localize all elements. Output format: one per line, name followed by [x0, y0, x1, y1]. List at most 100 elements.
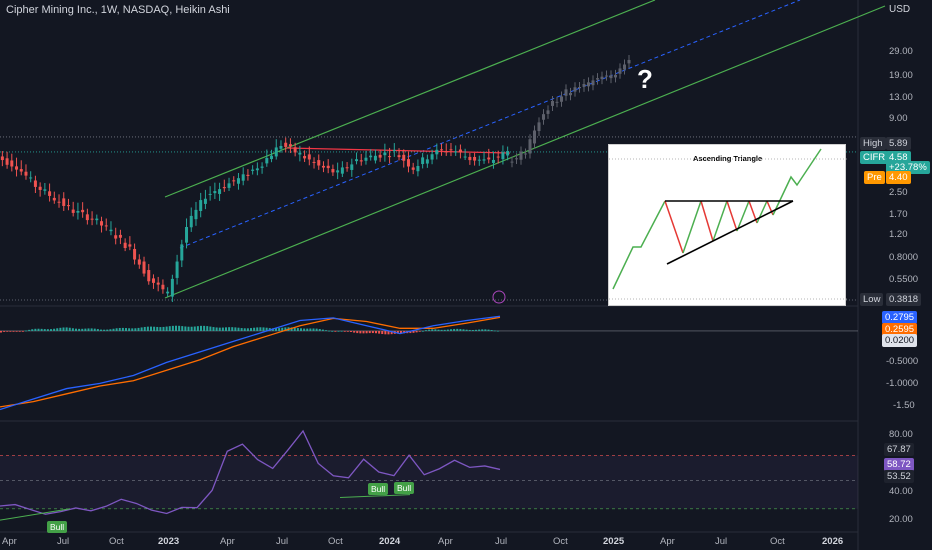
currency-label: USD: [889, 4, 911, 15]
time-tick: Apr: [660, 536, 675, 547]
candle-body: [180, 244, 184, 261]
macd-histogram-bar: [325, 330, 327, 332]
candle-body: [411, 167, 415, 170]
macd-histogram-bar: [443, 329, 446, 331]
macd-histogram-bar: [206, 326, 209, 331]
low-value: 0.3818: [886, 293, 922, 306]
macd-histogram-bar: [468, 329, 471, 331]
macd-histogram-bar: [78, 328, 81, 331]
candle-body: [90, 218, 94, 220]
macd-histogram-bar: [437, 329, 440, 331]
candle-body: [246, 174, 250, 176]
candle-body: [236, 178, 240, 184]
projected-candle-body: [623, 64, 626, 70]
candle-body: [222, 187, 226, 189]
macd-histogram-bar: [0, 330, 2, 333]
macd-histogram-bar: [184, 326, 187, 331]
time-tick: Apr: [220, 536, 235, 547]
candle-body: [336, 170, 340, 173]
candle-body: [473, 156, 477, 161]
macd-histogram-bar: [418, 330, 421, 332]
projected-candle-body: [564, 89, 568, 96]
macd-histogram-bar: [425, 330, 427, 331]
high-label: High: [860, 137, 886, 150]
projected-candle-body: [546, 110, 550, 114]
macd-histogram-bar: [84, 328, 87, 331]
macd-histogram-bar: [384, 330, 387, 335]
macd-tick: -1.0000: [886, 378, 919, 389]
macd-histogram-bar: [65, 327, 68, 331]
macd-histogram-bar: [259, 327, 262, 331]
macd-histogram-bar: [50, 329, 52, 331]
candle-body: [312, 161, 316, 163]
price-tick: 1.20: [889, 229, 908, 240]
candle-body: [397, 155, 401, 158]
time-tick: 2025: [603, 536, 625, 547]
candle-body: [298, 152, 302, 155]
macd-histogram-bar: [87, 328, 90, 331]
chart-title: Cipher Mining Inc., 1W, NASDAQ, Heikin A…: [6, 4, 230, 16]
candle-body: [142, 261, 146, 274]
candle-body: [288, 144, 292, 147]
candle-body: [274, 147, 278, 157]
macd-histogram-bar: [90, 328, 93, 331]
rsi-tick: 80.00: [889, 429, 913, 440]
macd-histogram-bar: [334, 330, 337, 332]
projected-candle-body: [587, 82, 590, 87]
candle-body: [293, 147, 297, 153]
candle-body: [440, 149, 444, 151]
macd-histogram-bar: [193, 326, 196, 331]
candle-body: [449, 149, 453, 151]
macd-histogram-bar: [331, 330, 334, 332]
macd-histogram-bar: [346, 330, 349, 332]
ascending-triangle-inset: Ascending Triangle: [608, 144, 847, 306]
candle-body: [392, 149, 396, 151]
time-tick: Jul: [495, 536, 508, 547]
candle-body: [100, 221, 104, 226]
macd-histogram-bar: [487, 329, 490, 331]
price-tick: 29.00: [889, 46, 913, 57]
candle-body: [33, 180, 37, 187]
candle-body: [194, 209, 198, 220]
macd-histogram-bar: [221, 327, 224, 331]
macd-histogram-bar: [412, 330, 415, 333]
projected-candle-body: [578, 86, 581, 88]
macd-histogram-bar: [484, 329, 487, 331]
macd-histogram-bar: [71, 328, 74, 331]
candle-body: [189, 215, 193, 228]
pre-label: Pre: [864, 171, 885, 184]
candle-body: [321, 165, 325, 168]
macd-histogram-bar: [246, 328, 249, 331]
candle-body: [458, 149, 462, 153]
macd-histogram-bar: [53, 328, 56, 331]
candle-body: [29, 177, 33, 179]
candle-body: [95, 218, 99, 221]
macd-histogram-bar: [493, 330, 496, 332]
macd-histogram-bar: [103, 329, 106, 331]
candle-body: [251, 169, 255, 171]
time-tick: Jul: [57, 536, 70, 547]
macd-histogram-bar: [237, 327, 240, 331]
candle-body: [491, 159, 495, 163]
macd-histogram-bar: [375, 330, 377, 334]
macd-histogram-bar: [434, 329, 437, 331]
macd-histogram-bar: [178, 325, 181, 331]
candle-body: [270, 155, 274, 160]
candle-body: [52, 197, 56, 201]
macd-histogram-bar: [140, 327, 143, 331]
candle-body: [425, 159, 429, 164]
candle-body: [435, 149, 439, 155]
macd-histogram-bar: [134, 328, 137, 331]
projected-candle-body: [528, 139, 532, 154]
candle-body: [137, 259, 141, 265]
macd-histogram-bar: [368, 330, 371, 334]
macd-histogram-bar: [109, 329, 112, 331]
macd-histogram-bar: [359, 330, 362, 334]
macd-histogram-bar: [190, 326, 193, 331]
macd-histogram-bar: [34, 328, 37, 331]
macd-histogram-bar: [378, 330, 381, 334]
macd-histogram-bar: [440, 329, 443, 331]
macd-histogram-bar: [128, 328, 131, 331]
projected-candle-body: [582, 83, 586, 87]
candle-body: [241, 174, 245, 181]
